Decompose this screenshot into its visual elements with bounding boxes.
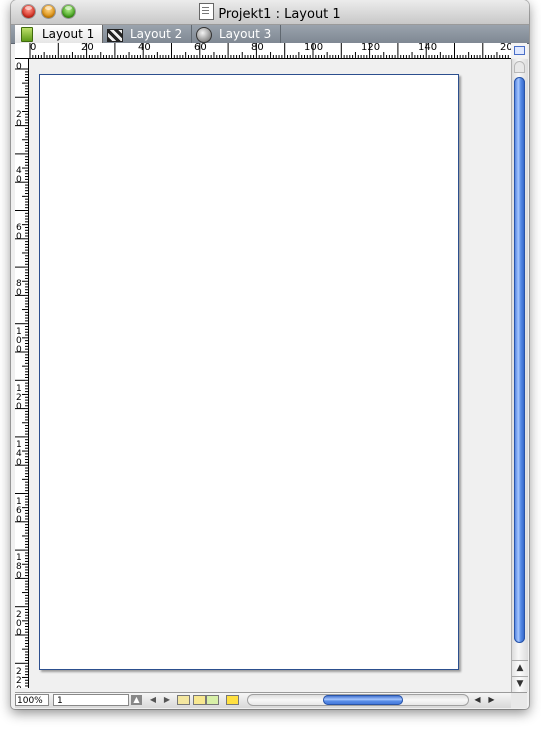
scroll-right-arrow[interactable]: ▶ xyxy=(485,694,498,706)
scroll-up-arrow[interactable]: ▲ xyxy=(512,660,528,676)
layout-view-icon[interactable] xyxy=(177,695,190,705)
horizontal-scroll-thumb[interactable] xyxy=(323,695,403,705)
ruler-v-label: 120 xyxy=(16,383,22,412)
ruler-h-label: 0 xyxy=(30,43,37,53)
ruler-v-label: 220 xyxy=(16,666,22,688)
layout-pad-icon xyxy=(21,27,33,42)
tab-label: Layout 2 xyxy=(130,27,183,41)
layout-canvas[interactable] xyxy=(29,59,512,688)
ruler-origin[interactable] xyxy=(15,43,29,59)
ruler-h-label: 100 xyxy=(304,43,324,53)
vertical-scroll-thumb[interactable] xyxy=(514,77,525,643)
horizontal-ruler-ticks xyxy=(29,43,509,58)
title-bar[interactable]: Projekt1 : Layout 1 xyxy=(11,0,529,25)
layout-window: Projekt1 : Layout 1 Layout 1 Layout 2 La… xyxy=(11,0,529,709)
document-proxy-icon[interactable] xyxy=(199,3,215,20)
tab-label: Layout 3 xyxy=(219,27,272,41)
vertical-ruler[interactable]: 0 20 40 60 80 100 120 140 160 180 200 220 xyxy=(15,59,29,688)
tab-layout-2[interactable]: Layout 2 xyxy=(103,25,192,43)
ruler-v-label: 20 xyxy=(16,109,22,129)
tab-layout-1[interactable]: Layout 1 xyxy=(15,25,103,43)
single-page-view-icon[interactable] xyxy=(193,695,206,705)
ruler-h-label: 60 xyxy=(194,43,207,53)
ruler-v-label: 180 xyxy=(16,553,22,582)
resize-grip[interactable] xyxy=(511,692,527,708)
tab-layout-3[interactable]: Layout 3 xyxy=(192,25,281,43)
vertical-scrollbar[interactable]: ▲ ▼ xyxy=(511,59,528,692)
two-page-view-icon[interactable] xyxy=(206,695,219,705)
ruler-h-label: 20 xyxy=(500,43,511,53)
ruler-h-label: 20 xyxy=(81,43,94,53)
ruler-v-label: 80 xyxy=(16,279,22,299)
horizontal-ruler[interactable]: 0 20 40 60 80 100 120 140 20 xyxy=(28,43,511,59)
export-arrow-icon[interactable] xyxy=(226,695,239,705)
ruler-h-label: 40 xyxy=(138,43,151,53)
ruler-v-label: 140 xyxy=(16,440,22,469)
page-menu-button[interactable]: ▲ xyxy=(131,695,142,705)
status-bar: 100% 1 ▲ ◀ ▶ ◀ ▶ xyxy=(15,692,511,708)
ruler-v-label: 40 xyxy=(16,166,22,186)
page-number-field[interactable]: 1 xyxy=(53,694,129,706)
ruler-v-label: 100 xyxy=(16,327,22,355)
ruler-h-label: 80 xyxy=(251,43,264,53)
vertical-ruler-ticks xyxy=(15,68,28,687)
ruler-v-label: 0 xyxy=(16,62,22,72)
scroll-left-arrow[interactable]: ◀ xyxy=(471,694,484,706)
layout-page[interactable] xyxy=(39,74,459,670)
window-title-wrap: Projekt1 : Layout 1 xyxy=(11,3,529,22)
zoom-field[interactable]: 100% xyxy=(15,694,49,706)
next-page-button[interactable]: ▶ xyxy=(160,694,174,706)
globe-icon xyxy=(196,27,212,43)
ruler-v-label: 60 xyxy=(16,222,22,242)
clapboard-icon xyxy=(107,29,123,42)
ruler-v-label: 160 xyxy=(16,496,22,525)
ruler-h-label: 120 xyxy=(361,43,381,53)
view-toggle-button[interactable] xyxy=(511,43,527,58)
ruler-v-label: 200 xyxy=(16,610,22,638)
scroll-down-arrow[interactable]: ▼ xyxy=(512,676,528,692)
horizontal-scrollbar[interactable] xyxy=(247,694,469,706)
previous-page-button[interactable]: ◀ xyxy=(146,694,160,706)
ruler-h-label: 140 xyxy=(418,43,438,53)
tab-label: Layout 1 xyxy=(42,27,95,41)
window-mini-icon xyxy=(514,46,525,55)
scroll-track-cap xyxy=(514,61,525,73)
window-title: Projekt1 : Layout 1 xyxy=(218,7,341,22)
layout-tab-bar: Layout 1 Layout 2 Layout 3 xyxy=(11,25,529,44)
